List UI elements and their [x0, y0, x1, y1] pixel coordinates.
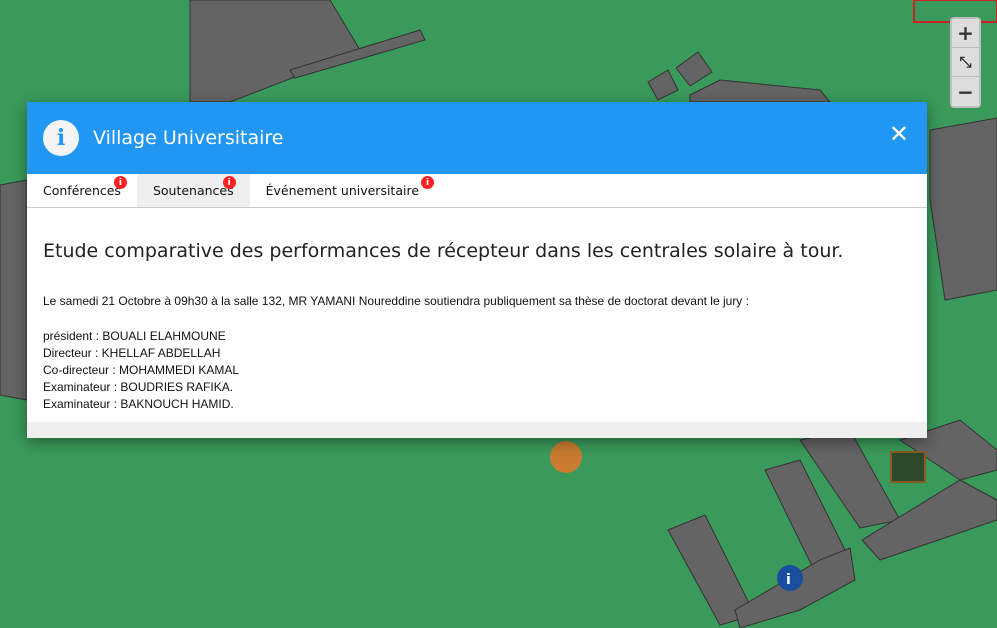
- fit-bounds-button[interactable]: ⤡: [952, 48, 979, 77]
- tab-evenement[interactable]: Événement universitaire i: [250, 174, 435, 207]
- info-modal: i Village Universitaire ✕ Conférences i S…: [27, 102, 927, 438]
- jury-member: Directeur : KHELLAF ABDELLAH: [43, 346, 221, 360]
- notification-badge-icon: i: [113, 176, 127, 189]
- tab-soutenances[interactable]: Soutenances i: [136, 174, 250, 207]
- jury-member: président : BOUALI ELAHMOUNE: [43, 329, 226, 343]
- jury-list: président : BOUALI ELAHMOUNE Directeur :…: [43, 328, 911, 413]
- tab-content: Etude comparative des performances de ré…: [27, 240, 927, 413]
- building: [675, 51, 713, 87]
- tab-label: Soutenances: [152, 183, 234, 198]
- building: [0, 179, 28, 401]
- restaurant-marker: [550, 441, 582, 473]
- building: [647, 69, 679, 101]
- classroom-marker: [890, 451, 926, 483]
- svg-text:i: i: [786, 572, 791, 588]
- close-icon[interactable]: ✕: [889, 120, 909, 148]
- jury-member: Co-directeur : MOHAMMEDI KAMAL: [43, 363, 240, 377]
- building: [689, 79, 832, 103]
- announcement-text: Le samedi 21 Octobre à 09h30 à la salle …: [43, 294, 749, 308]
- jury-member: Examinateur : BOUDRIES RAFIKA.: [43, 380, 234, 394]
- notification-badge-icon: i: [421, 176, 435, 189]
- building: [929, 117, 997, 301]
- zoom-controls: + ⤡ −: [950, 17, 981, 108]
- info-icon: i: [43, 120, 79, 156]
- modal-footer: [27, 422, 927, 438]
- modal-title: Village Universitaire: [93, 127, 284, 149]
- modal-header: i Village Universitaire ✕: [27, 102, 927, 174]
- zoom-out-button[interactable]: −: [952, 77, 979, 106]
- tab-label: Événement universitaire: [265, 183, 420, 198]
- jury-member: Examinateur : BAKNOUCH HAMID.: [43, 397, 234, 411]
- notification-badge-icon: i: [222, 176, 236, 189]
- building: [189, 0, 361, 103]
- tab-conferences[interactable]: Conférences i: [27, 174, 137, 207]
- thesis-title: Etude comparative des performances de ré…: [43, 240, 844, 262]
- tab-bar: Conférences i Soutenances i Événement univ…: [27, 174, 927, 208]
- tab-label: Conférences: [43, 183, 121, 198]
- zoom-in-button[interactable]: +: [952, 19, 979, 48]
